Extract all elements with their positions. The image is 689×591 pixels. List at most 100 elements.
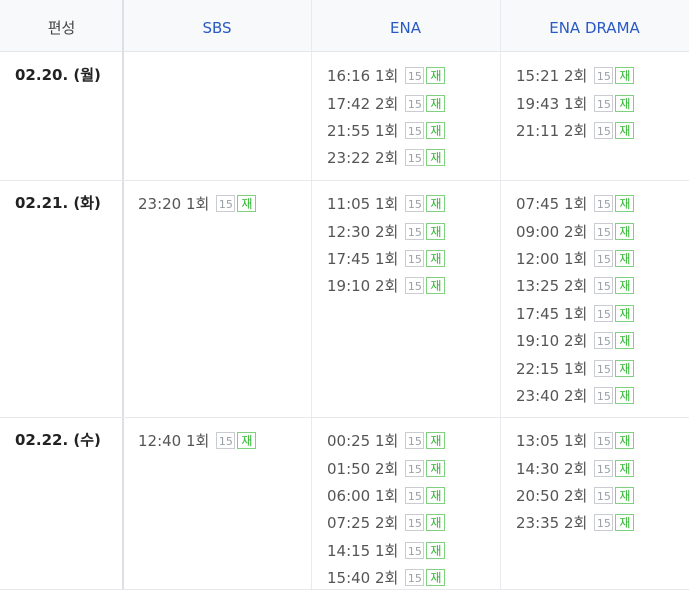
airtime-text: 13:25 2회 [516, 277, 588, 296]
rerun-badge: 재 [615, 249, 635, 267]
header-channel-sbs[interactable]: SBS [123, 0, 311, 51]
age-rating-15-badge: 15 [405, 94, 425, 112]
rerun-badge: 재 [426, 67, 446, 85]
airtime-slot[interactable]: 07:45 1회 15 재 [516, 190, 635, 217]
airtime-text: 23:22 2회 [327, 149, 399, 168]
rerun-badge: 재 [615, 222, 635, 240]
age-rating-15-badge: 15 [594, 67, 614, 85]
airtime-slot[interactable]: 11:05 1회 15 재 [327, 190, 446, 217]
rerun-badge: 재 [426, 249, 446, 267]
airtime-slot[interactable]: 00:25 1회 15 재 [327, 427, 446, 454]
airtime-text: 20:50 2회 [516, 486, 588, 505]
airtime-slot[interactable]: 21:11 2회 15 재 [516, 117, 635, 144]
table-header: 편성 SBS ENA ENA DRAMA [0, 0, 689, 52]
slots-sbs: 23:20 1회 15 재 [138, 190, 257, 217]
airtime-slot[interactable]: 17:45 1회 15 재 [516, 300, 635, 327]
age-rating-15-badge: 15 [405, 121, 425, 139]
age-rating-15-badge: 15 [594, 94, 614, 112]
age-rating-15-badge: 15 [405, 67, 425, 85]
slots-ena: 11:05 1회 15 재 12:30 2회 15 재 17:45 1회 15 재 19:10 2… [327, 190, 446, 300]
airtime-slot[interactable]: 23:40 2회 15 재 [516, 382, 635, 409]
airtime-text: 11:05 1회 [327, 195, 399, 214]
age-rating-15-badge: 15 [594, 386, 614, 404]
airtime-slot[interactable]: 23:22 2회 15 재 [327, 144, 446, 171]
age-rating-15-badge: 15 [594, 195, 614, 213]
rerun-badge: 재 [615, 195, 635, 213]
airtime-slot[interactable]: 07:25 2회 15 재 [327, 509, 446, 536]
rerun-badge: 재 [615, 514, 635, 532]
rerun-badge: 재 [426, 222, 446, 240]
airtime-slot[interactable]: 01:50 2회 15 재 [327, 454, 446, 481]
header-channel-ena[interactable]: ENA [311, 0, 500, 51]
airtime-slot[interactable]: 22:15 1회 15 재 [516, 354, 635, 381]
age-rating-15-badge: 15 [405, 486, 425, 504]
age-rating-15-badge: 15 [405, 569, 425, 587]
airtime-slot[interactable]: 17:45 1회 15 재 [327, 245, 446, 272]
rerun-badge: 재 [615, 277, 635, 295]
age-rating-15-badge: 15 [594, 332, 614, 350]
rerun-badge: 재 [615, 486, 635, 504]
airtime-slot[interactable]: 09:00 2회 15 재 [516, 217, 635, 244]
airtime-text: 23:40 2회 [516, 386, 588, 405]
table-row: 02.20. (월) 16:16 1회 15 재 17:42 2회 15 재 21:55 1회… [0, 52, 689, 181]
age-rating-15-badge: 15 [594, 249, 614, 267]
airtime-slot[interactable]: 12:40 1회 15 재 [138, 427, 257, 454]
airtime-slot[interactable]: 12:30 2회 15 재 [327, 217, 446, 244]
slots-ena-drama: 15:21 2회 15 재 19:43 1회 15 재 21:11 2회 15 재 [516, 62, 635, 144]
airtime-slot[interactable]: 13:25 2회 15 재 [516, 272, 635, 299]
age-rating-15-badge: 15 [405, 277, 425, 295]
airtime-text: 06:00 1회 [327, 486, 399, 505]
airtime-text: 09:00 2회 [516, 222, 588, 241]
airtime-slot[interactable]: 17:42 2회 15 재 [327, 89, 446, 116]
age-rating-15-badge: 15 [405, 249, 425, 267]
airtime-slot[interactable]: 06:00 1회 15 재 [327, 482, 446, 509]
slots-ena-drama: 13:05 1회 15 재 14:30 2회 15 재 20:50 2회 15 재 23:35 2… [516, 427, 635, 537]
rerun-badge: 재 [615, 304, 635, 322]
age-rating-15-badge: 15 [594, 459, 614, 477]
airtime-slot[interactable]: 19:10 2회 15 재 [327, 272, 446, 299]
rerun-badge: 재 [615, 121, 635, 139]
header-channel-ena-drama[interactable]: ENA DRAMA [500, 0, 689, 51]
age-rating-15-badge: 15 [594, 359, 614, 377]
slots-ena: 00:25 1회 15 재 01:50 2회 15 재 06:00 1회 15 재 07:25 2… [327, 427, 446, 591]
airtime-slot[interactable]: 14:15 1회 15 재 [327, 537, 446, 564]
airtime-slot[interactable]: 12:00 1회 15 재 [516, 245, 635, 272]
airtime-slot[interactable]: 20:50 2회 15 재 [516, 482, 635, 509]
airtime-text: 19:10 2회 [327, 277, 399, 296]
airtime-slot[interactable]: 23:35 2회 15 재 [516, 509, 635, 536]
airtime-text: 13:05 1회 [516, 432, 588, 451]
rerun-badge: 재 [237, 195, 257, 213]
airtime-text: 19:10 2회 [516, 332, 588, 351]
rerun-badge: 재 [615, 386, 635, 404]
airtime-text: 15:40 2회 [327, 569, 399, 588]
airtime-text: 17:45 1회 [327, 249, 399, 268]
airtime-text: 12:30 2회 [327, 222, 399, 241]
airtime-slot[interactable]: 13:05 1회 15 재 [516, 427, 635, 454]
rerun-badge: 재 [426, 432, 446, 450]
age-rating-15-badge: 15 [594, 304, 614, 322]
table-row: 02.22. (수) 12:40 1회 15 재 00:25 1회 15 재 01:50 2회… [0, 417, 689, 590]
airtime-slot[interactable]: 19:43 1회 15 재 [516, 89, 635, 116]
airtime-slot[interactable]: 21:55 1회 15 재 [327, 117, 446, 144]
age-rating-15-badge: 15 [594, 277, 614, 295]
age-rating-15-badge: 15 [594, 432, 614, 450]
age-rating-15-badge: 15 [594, 514, 614, 532]
airtime-slot[interactable]: 14:30 2회 15 재 [516, 454, 635, 481]
airtime-slot[interactable]: 15:21 2회 15 재 [516, 62, 635, 89]
airtime-slot[interactable]: 19:10 2회 15 재 [516, 327, 635, 354]
age-rating-15-badge: 15 [594, 121, 614, 139]
airtime-text: 12:40 1회 [138, 432, 210, 451]
row-date: 02.22. (수) [15, 431, 101, 449]
airtime-text: 17:45 1회 [516, 304, 588, 323]
age-rating-15-badge: 15 [594, 486, 614, 504]
airtime-slot[interactable]: 16:16 1회 15 재 [327, 62, 446, 89]
airtime-text: 07:25 2회 [327, 514, 399, 533]
airtime-text: 16:16 1회 [327, 67, 399, 86]
age-rating-15-badge: 15 [405, 432, 425, 450]
airtime-text: 21:11 2회 [516, 121, 588, 140]
airtime-text: 00:25 1회 [327, 432, 399, 451]
airtime-slot[interactable]: 15:40 2회 15 재 [327, 564, 446, 591]
airtime-text: 23:20 1회 [138, 195, 210, 214]
airtime-slot[interactable]: 23:20 1회 15 재 [138, 190, 257, 217]
age-rating-15-badge: 15 [594, 222, 614, 240]
